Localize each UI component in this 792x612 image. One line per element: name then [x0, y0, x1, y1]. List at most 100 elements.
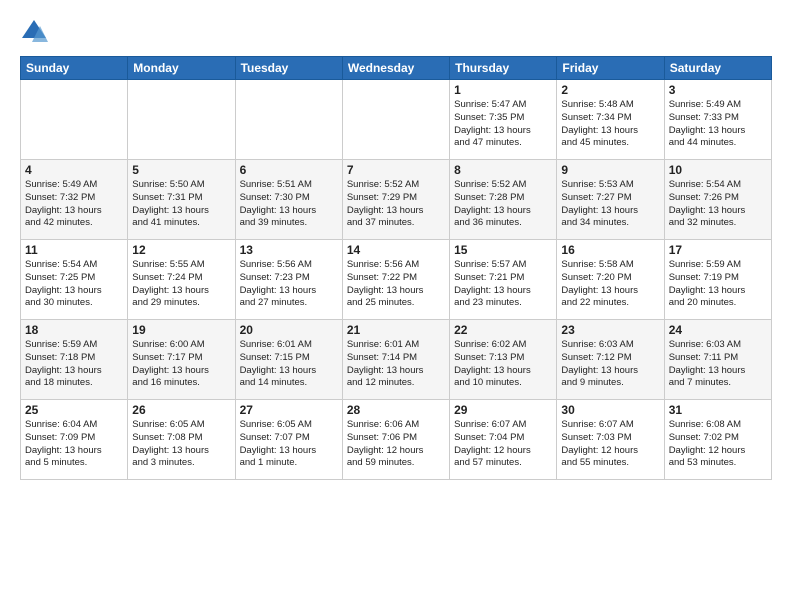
- calendar-cell: 20Sunrise: 6:01 AM Sunset: 7:15 PM Dayli…: [235, 320, 342, 400]
- calendar-cell: 14Sunrise: 5:56 AM Sunset: 7:22 PM Dayli…: [342, 240, 449, 320]
- day-info: Sunrise: 6:01 AM Sunset: 7:14 PM Dayligh…: [347, 339, 445, 390]
- logo: [20, 18, 50, 46]
- day-number: 3: [669, 83, 767, 97]
- day-info: Sunrise: 6:07 AM Sunset: 7:04 PM Dayligh…: [454, 419, 552, 470]
- day-info: Sunrise: 5:54 AM Sunset: 7:25 PM Dayligh…: [25, 259, 123, 310]
- day-number: 19: [132, 323, 230, 337]
- calendar-cell: [342, 80, 449, 160]
- logo-icon: [20, 18, 48, 46]
- weekday-header-tuesday: Tuesday: [235, 57, 342, 80]
- day-number: 2: [561, 83, 659, 97]
- calendar-cell: 9 Sunrise: 5:53 AM Sunset: 7:27 PM Daylig…: [557, 160, 664, 240]
- day-number: 8: [454, 163, 552, 177]
- calendar-cell: 19 Sunrise: 6:00 AM Sunset: 7:17 PM Dayli…: [128, 320, 235, 400]
- day-info: Sunrise: 5:47 AM Sunset: 7:35 PM Dayligh…: [454, 99, 552, 150]
- day-info: Sunrise: 6:03 AM Sunset: 7:12 PM Dayligh…: [561, 339, 659, 390]
- calendar-cell: [21, 80, 128, 160]
- day-info: Sunrise: 5:52 AM Sunset: 7:28 PM Dayligh…: [454, 179, 552, 230]
- day-number: 29: [454, 403, 552, 417]
- calendar-cell: 25 Sunrise: 6:04 AM Sunset: 7:09 PM Dayli…: [21, 400, 128, 480]
- day-number: 25: [25, 403, 123, 417]
- calendar-cell: 21Sunrise: 6:01 AM Sunset: 7:14 PM Dayli…: [342, 320, 449, 400]
- calendar-cell: 18 Sunrise: 5:59 AM Sunset: 7:18 PM Dayli…: [21, 320, 128, 400]
- calendar-cell: 7 Sunrise: 5:52 AM Sunset: 7:29 PM Daylig…: [342, 160, 449, 240]
- calendar-row-2: 11 Sunrise: 5:54 AM Sunset: 7:25 PM Dayli…: [21, 240, 772, 320]
- calendar-cell: 1 Sunrise: 5:47 AM Sunset: 7:35 PM Daylig…: [450, 80, 557, 160]
- day-info: Sunrise: 5:59 AM Sunset: 7:19 PM Dayligh…: [669, 259, 767, 310]
- day-info: Sunrise: 5:56 AM Sunset: 7:22 PM Dayligh…: [347, 259, 445, 310]
- day-info: Sunrise: 6:05 AM Sunset: 7:08 PM Dayligh…: [132, 419, 230, 470]
- day-info: Sunrise: 5:48 AM Sunset: 7:34 PM Dayligh…: [561, 99, 659, 150]
- calendar-cell: 17 Sunrise: 5:59 AM Sunset: 7:19 PM Dayli…: [664, 240, 771, 320]
- day-info: Sunrise: 5:49 AM Sunset: 7:33 PM Dayligh…: [669, 99, 767, 150]
- weekday-header-thursday: Thursday: [450, 57, 557, 80]
- weekday-header-monday: Monday: [128, 57, 235, 80]
- weekday-header-sunday: Sunday: [21, 57, 128, 80]
- calendar-table: SundayMondayTuesdayWednesdayThursdayFrid…: [20, 56, 772, 480]
- calendar-cell: 4Sunrise: 5:49 AM Sunset: 7:32 PM Daylig…: [21, 160, 128, 240]
- day-number: 17: [669, 243, 767, 257]
- day-number: 27: [240, 403, 338, 417]
- day-info: Sunrise: 6:05 AM Sunset: 7:07 PM Dayligh…: [240, 419, 338, 470]
- day-info: Sunrise: 5:55 AM Sunset: 7:24 PM Dayligh…: [132, 259, 230, 310]
- day-info: Sunrise: 5:53 AM Sunset: 7:27 PM Dayligh…: [561, 179, 659, 230]
- day-number: 7: [347, 163, 445, 177]
- calendar-cell: 31 Sunrise: 6:08 AM Sunset: 7:02 PM Dayli…: [664, 400, 771, 480]
- day-number: 9: [561, 163, 659, 177]
- day-number: 10: [669, 163, 767, 177]
- day-number: 23: [561, 323, 659, 337]
- calendar-cell: 23 Sunrise: 6:03 AM Sunset: 7:12 PM Dayli…: [557, 320, 664, 400]
- calendar-cell: 3 Sunrise: 5:49 AM Sunset: 7:33 PM Daylig…: [664, 80, 771, 160]
- day-info: Sunrise: 5:50 AM Sunset: 7:31 PM Dayligh…: [132, 179, 230, 230]
- calendar-cell: 15 Sunrise: 5:57 AM Sunset: 7:21 PM Dayli…: [450, 240, 557, 320]
- day-number: 12: [132, 243, 230, 257]
- calendar-cell: 8 Sunrise: 5:52 AM Sunset: 7:28 PM Daylig…: [450, 160, 557, 240]
- day-info: Sunrise: 6:00 AM Sunset: 7:17 PM Dayligh…: [132, 339, 230, 390]
- day-info: Sunrise: 5:57 AM Sunset: 7:21 PM Dayligh…: [454, 259, 552, 310]
- day-number: 6: [240, 163, 338, 177]
- calendar-cell: 2 Sunrise: 5:48 AM Sunset: 7:34 PM Daylig…: [557, 80, 664, 160]
- calendar-cell: 5 Sunrise: 5:50 AM Sunset: 7:31 PM Daylig…: [128, 160, 235, 240]
- calendar-cell: 11 Sunrise: 5:54 AM Sunset: 7:25 PM Dayli…: [21, 240, 128, 320]
- day-number: 24: [669, 323, 767, 337]
- calendar-row-4: 25 Sunrise: 6:04 AM Sunset: 7:09 PM Dayli…: [21, 400, 772, 480]
- day-number: 13: [240, 243, 338, 257]
- day-info: Sunrise: 6:01 AM Sunset: 7:15 PM Dayligh…: [240, 339, 338, 390]
- day-number: 30: [561, 403, 659, 417]
- day-info: Sunrise: 5:59 AM Sunset: 7:18 PM Dayligh…: [25, 339, 123, 390]
- calendar-row-1: 4Sunrise: 5:49 AM Sunset: 7:32 PM Daylig…: [21, 160, 772, 240]
- day-number: 11: [25, 243, 123, 257]
- day-info: Sunrise: 6:04 AM Sunset: 7:09 PM Dayligh…: [25, 419, 123, 470]
- day-info: Sunrise: 6:02 AM Sunset: 7:13 PM Dayligh…: [454, 339, 552, 390]
- day-number: 31: [669, 403, 767, 417]
- day-number: 1: [454, 83, 552, 97]
- day-number: 18: [25, 323, 123, 337]
- day-number: 28: [347, 403, 445, 417]
- day-number: 22: [454, 323, 552, 337]
- calendar-cell: [235, 80, 342, 160]
- calendar-cell: 6 Sunrise: 5:51 AM Sunset: 7:30 PM Daylig…: [235, 160, 342, 240]
- calendar-cell: 13Sunrise: 5:56 AM Sunset: 7:23 PM Dayli…: [235, 240, 342, 320]
- day-info: Sunrise: 5:52 AM Sunset: 7:29 PM Dayligh…: [347, 179, 445, 230]
- calendar-cell: 27 Sunrise: 6:05 AM Sunset: 7:07 PM Dayli…: [235, 400, 342, 480]
- calendar-cell: 22 Sunrise: 6:02 AM Sunset: 7:13 PM Dayli…: [450, 320, 557, 400]
- calendar-cell: 29 Sunrise: 6:07 AM Sunset: 7:04 PM Dayli…: [450, 400, 557, 480]
- day-info: Sunrise: 5:54 AM Sunset: 7:26 PM Dayligh…: [669, 179, 767, 230]
- calendar-cell: [128, 80, 235, 160]
- calendar-cell: 26 Sunrise: 6:05 AM Sunset: 7:08 PM Dayli…: [128, 400, 235, 480]
- day-number: 16: [561, 243, 659, 257]
- day-number: 26: [132, 403, 230, 417]
- calendar-cell: 16 Sunrise: 5:58 AM Sunset: 7:20 PM Dayli…: [557, 240, 664, 320]
- calendar-cell: 30Sunrise: 6:07 AM Sunset: 7:03 PM Dayli…: [557, 400, 664, 480]
- weekday-header-wednesday: Wednesday: [342, 57, 449, 80]
- day-info: Sunrise: 5:51 AM Sunset: 7:30 PM Dayligh…: [240, 179, 338, 230]
- page: SundayMondayTuesdayWednesdayThursdayFrid…: [0, 0, 792, 612]
- day-info: Sunrise: 5:58 AM Sunset: 7:20 PM Dayligh…: [561, 259, 659, 310]
- day-info: Sunrise: 6:08 AM Sunset: 7:02 PM Dayligh…: [669, 419, 767, 470]
- calendar-cell: 24 Sunrise: 6:03 AM Sunset: 7:11 PM Dayli…: [664, 320, 771, 400]
- calendar-cell: 12 Sunrise: 5:55 AM Sunset: 7:24 PM Dayli…: [128, 240, 235, 320]
- calendar-cell: 10 Sunrise: 5:54 AM Sunset: 7:26 PM Dayli…: [664, 160, 771, 240]
- day-number: 5: [132, 163, 230, 177]
- day-info: Sunrise: 6:03 AM Sunset: 7:11 PM Dayligh…: [669, 339, 767, 390]
- day-number: 15: [454, 243, 552, 257]
